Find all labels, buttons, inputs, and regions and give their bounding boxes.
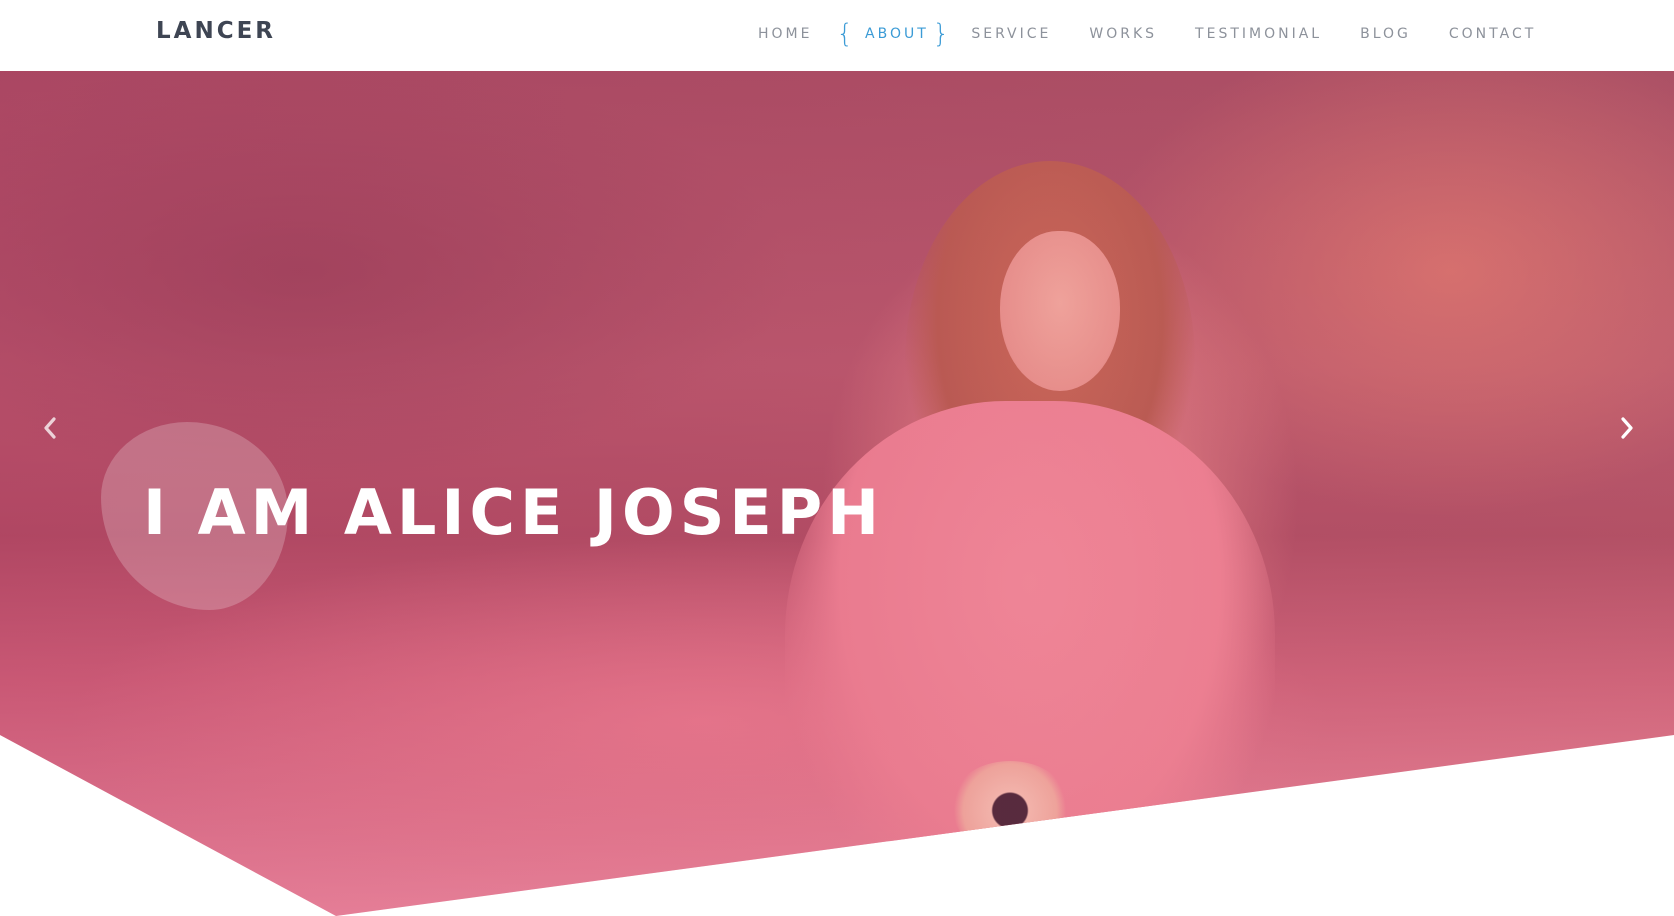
active-brace-left: { [836, 19, 854, 49]
main-nav: HOME { ABOUT } SERVICE WORKS TESTIMONIAL… [758, 19, 1536, 49]
nav-item-contact[interactable]: CONTACT [1449, 26, 1536, 42]
slider-next-button[interactable] [1615, 415, 1639, 445]
nav-item-testimonial[interactable]: TESTIMONIAL [1195, 26, 1322, 42]
chevron-left-icon [42, 416, 58, 444]
nav-item-service[interactable]: SERVICE [971, 26, 1051, 42]
nav-item-about[interactable]: ABOUT [865, 26, 929, 42]
site-header: LANCER HOME { ABOUT } SERVICE WORKS TEST… [0, 0, 1674, 71]
nav-item-works[interactable]: WORKS [1089, 26, 1157, 42]
hero-slider: I AM ALICE JOSEPH [0, 71, 1674, 916]
nav-item-blog[interactable]: BLOG [1360, 26, 1411, 42]
active-brace-right: } [932, 19, 950, 49]
site-logo[interactable]: LANCER [156, 18, 276, 44]
chevron-right-icon [1619, 416, 1635, 444]
nav-item-home[interactable]: HOME [758, 26, 812, 42]
hero-title: I AM ALICE JOSEPH [143, 476, 885, 549]
slider-prev-button[interactable] [38, 415, 62, 445]
